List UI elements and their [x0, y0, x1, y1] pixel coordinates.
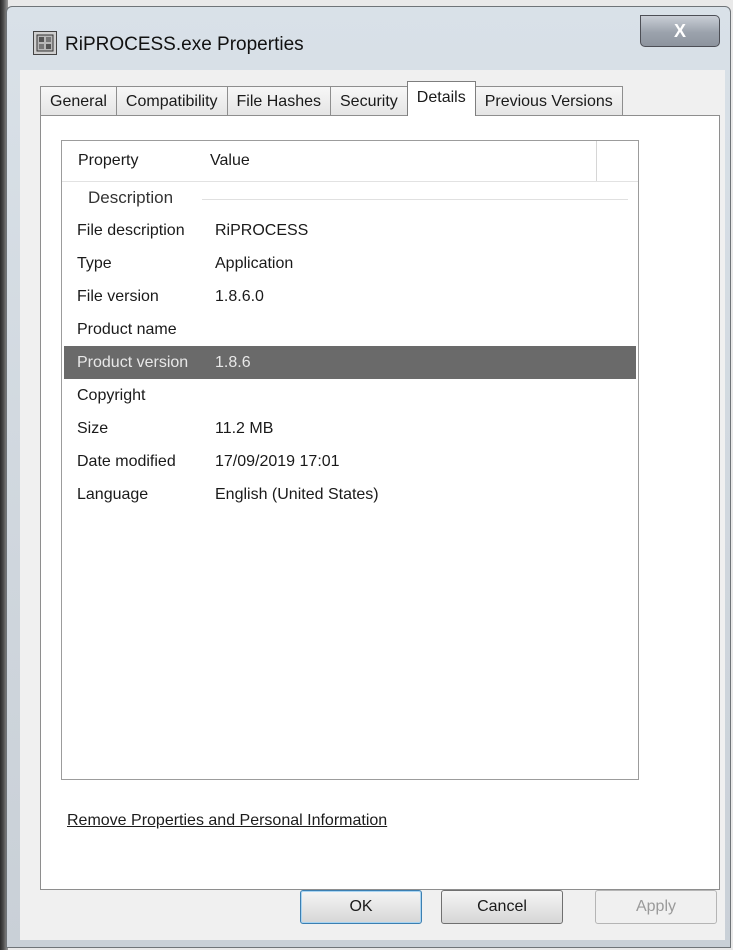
list-header: Property Value: [62, 141, 638, 182]
property-cell: Product name: [77, 320, 177, 338]
row-product-name[interactable]: Product name: [64, 313, 636, 346]
property-cell: File description: [77, 221, 185, 239]
tab-security[interactable]: Security: [330, 86, 408, 116]
tab-compatibility[interactable]: Compatibility: [115, 86, 228, 116]
column-divider[interactable]: [596, 141, 597, 181]
group-description: Description: [62, 182, 638, 214]
property-cell: Type: [77, 254, 112, 272]
row-file-description[interactable]: File description RiPROCESS: [64, 214, 636, 247]
property-cell: Language: [77, 485, 149, 503]
value-cell: 17/09/2019 17:01: [215, 452, 340, 470]
title-bar[interactable]: RiPROCESS.exe Properties X: [23, 15, 720, 65]
application-icon: [33, 31, 57, 55]
tab-details[interactable]: Details: [406, 81, 476, 116]
close-button[interactable]: X: [640, 15, 720, 47]
app-glyph-icon: [36, 34, 54, 52]
ok-button[interactable]: OK: [300, 890, 422, 924]
tab-previous-versions[interactable]: Previous Versions: [474, 86, 623, 116]
row-size[interactable]: Size 11.2 MB: [64, 412, 636, 445]
apply-button[interactable]: Apply: [595, 890, 717, 924]
row-type[interactable]: Type Application: [64, 247, 636, 280]
tab-general[interactable]: General: [40, 86, 117, 116]
column-header-property[interactable]: Property: [62, 152, 202, 170]
column-header-value[interactable]: Value: [202, 152, 250, 170]
details-panel: Property Value Description File descript…: [40, 115, 720, 890]
row-date-modified[interactable]: Date modified 17/09/2019 17:01: [64, 445, 636, 478]
tab-file-hashes[interactable]: File Hashes: [226, 86, 331, 116]
property-cell: File version: [77, 287, 159, 305]
remove-properties-link[interactable]: Remove Properties and Personal Informati…: [67, 812, 387, 830]
value-cell: 11.2 MB: [215, 419, 274, 437]
row-product-version[interactable]: Product version 1.8.6: [64, 346, 636, 379]
cancel-button[interactable]: Cancel: [441, 890, 563, 924]
value-cell: 1.8.6: [215, 353, 251, 371]
dialog-buttons: OK Cancel Apply: [20, 890, 725, 940]
dialog-client: General Compatibility File Hashes Securi…: [20, 70, 725, 940]
close-icon: X: [673, 20, 686, 41]
row-copyright[interactable]: Copyright: [64, 379, 636, 412]
group-divider: [202, 199, 628, 200]
value-cell: English (United States): [215, 485, 379, 503]
group-label: Description: [88, 188, 174, 207]
property-cell: Copyright: [77, 386, 146, 404]
tab-strip: General Compatibility File Hashes Securi…: [40, 81, 623, 116]
property-cell: Product version: [77, 353, 189, 371]
property-cell: Date modified: [77, 452, 176, 470]
value-cell: Application: [215, 254, 294, 272]
row-language[interactable]: Language English (United States): [64, 478, 636, 511]
window-title: RiPROCESS.exe Properties: [65, 34, 304, 55]
details-list[interactable]: Property Value Description File descript…: [61, 140, 639, 780]
row-file-version[interactable]: File version 1.8.6.0: [64, 280, 636, 313]
value-cell: RiPROCESS: [215, 221, 309, 239]
value-cell: 1.8.6.0: [215, 287, 264, 305]
property-cell: Size: [77, 419, 109, 437]
